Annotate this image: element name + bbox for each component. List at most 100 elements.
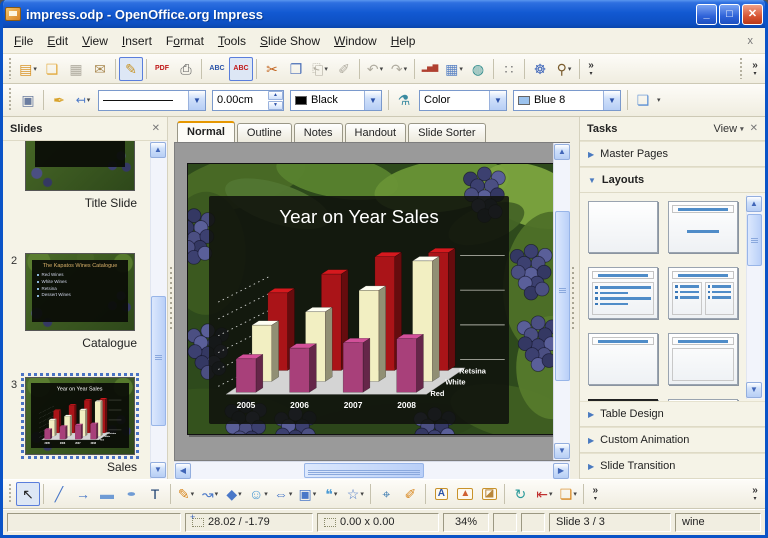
zoom-level-cell[interactable]: 34%: [443, 513, 489, 532]
stars-button[interactable]: ☆▾: [343, 482, 367, 506]
tab-handout[interactable]: Handout: [345, 123, 407, 142]
chevron-down-icon[interactable]: ▾: [657, 96, 661, 104]
symbol-shapes-button[interactable]: ☺▾: [246, 482, 271, 506]
fill-type-select[interactable]: Color ▼: [419, 90, 507, 111]
layout-option-blank[interactable]: [588, 201, 658, 253]
scroll-up-icon[interactable]: ▲: [150, 142, 166, 158]
cut-button[interactable]: ✂: [260, 57, 284, 81]
zoom-button[interactable]: ⚲▾: [552, 57, 576, 81]
document-as-email-button[interactable]: ✉: [88, 57, 112, 81]
layout-option-title-content[interactable]: [588, 399, 658, 401]
view-menu-button[interactable]: View: [713, 123, 737, 135]
dropdown-arrow-icon[interactable]: ▾: [459, 65, 463, 73]
tab-normal[interactable]: Normal: [177, 121, 235, 142]
line-width-input[interactable]: 0.00cm ▲▼: [212, 90, 284, 111]
dropdown-arrow-icon[interactable]: ▾: [289, 490, 293, 498]
menu-edit[interactable]: Edit: [40, 31, 75, 51]
line-dialog-button[interactable]: ✒: [47, 88, 71, 112]
dropdown-arrow-icon[interactable]: ▼: [489, 91, 506, 110]
toolbar-grip[interactable]: [8, 484, 13, 504]
scroll-left-icon[interactable]: ◀: [175, 463, 191, 479]
section-slide-transition[interactable]: ▶ Slide Transition: [580, 453, 765, 479]
slides-scrollbar-thumb[interactable]: [151, 296, 166, 426]
rotate-button[interactable]: ↻: [508, 482, 532, 506]
section-master-pages[interactable]: ▶ Master Pages: [580, 141, 765, 167]
arrow-style-button[interactable]: ↤▾: [71, 88, 95, 112]
section-table-design[interactable]: ▶ Table Design: [580, 401, 765, 427]
layout-option-title-only[interactable]: [588, 333, 658, 385]
new-presentation-button[interactable]: ▤▾: [16, 57, 40, 81]
export-pdf-button[interactable]: PDF: [150, 57, 174, 81]
minimize-button[interactable]: _: [696, 4, 717, 25]
scroll-down-icon[interactable]: ▼: [746, 382, 762, 398]
styles-and-formatting-button[interactable]: ▣: [16, 88, 40, 112]
dropdown-arrow-icon[interactable]: ▾: [191, 490, 195, 498]
open-button[interactable]: ❏: [40, 57, 64, 81]
dropdown-arrow-icon[interactable]: ▼: [188, 91, 205, 110]
chart-object[interactable]: Year on Year Sales2005200620072008RedWhi…: [209, 196, 509, 424]
toolbar-grip[interactable]: [8, 88, 13, 112]
scroll-down-icon[interactable]: ▼: [554, 443, 570, 459]
slide-thumbnail-1[interactable]: Fine wines from Greek Island Vineyards T…: [25, 141, 139, 210]
toolbar-more-button[interactable]: »▾: [747, 57, 763, 81]
menu-view[interactable]: View: [75, 31, 115, 51]
vertical-scrollbar-thumb[interactable]: [555, 211, 570, 381]
scroll-right-icon[interactable]: ▶: [553, 463, 569, 479]
alignment-button[interactable]: ⇤▾: [532, 482, 556, 506]
layout-option-title-two-content[interactable]: [668, 267, 738, 319]
ellipse-tool-button[interactable]: ●: [119, 482, 143, 506]
line-tool-button[interactable]: ╱: [47, 482, 71, 506]
layout-option-title-text[interactable]: [668, 201, 738, 253]
close-button[interactable]: ✕: [742, 4, 763, 25]
dropdown-arrow-icon[interactable]: ▾: [549, 490, 553, 498]
vertical-scrollbar[interactable]: ▲ ▼: [553, 143, 570, 460]
gallery-button[interactable]: ◪: [477, 482, 501, 506]
edit-file-button[interactable]: ✎: [119, 57, 143, 81]
section-custom-animation[interactable]: ▶ Custom Animation: [580, 427, 765, 453]
layout-option-title-content[interactable]: [668, 399, 738, 401]
menu-insert[interactable]: Insert: [115, 31, 159, 51]
cursor-position-cell[interactable]: 28.02 / -1.79: [185, 513, 313, 532]
spin-down-icon[interactable]: ▼: [268, 101, 283, 110]
insert-table-button[interactable]: ▦▾: [442, 57, 466, 81]
toolbar-more-button[interactable]: »▾: [583, 57, 599, 81]
menu-format[interactable]: Format: [159, 31, 211, 51]
block-arrows-button[interactable]: ⇔▾: [271, 482, 296, 506]
scroll-down-icon[interactable]: ▼: [150, 462, 166, 478]
print-button[interactable]: ⎙: [174, 57, 198, 81]
display-grid-button[interactable]: ∷: [497, 57, 521, 81]
dropdown-arrow-icon[interactable]: ▼: [603, 91, 620, 110]
navigator-button[interactable]: ☸: [528, 57, 552, 81]
tab-outline[interactable]: Outline: [237, 123, 292, 142]
horizontal-scrollbar-thumb[interactable]: [304, 463, 424, 478]
glue-points-button[interactable]: ✐: [398, 482, 422, 506]
arrow-tool-button[interactable]: →: [71, 482, 95, 506]
menu-file[interactable]: File: [7, 31, 40, 51]
line-style-select[interactable]: ▼: [98, 90, 206, 111]
flowchart-button[interactable]: ▣▾: [295, 482, 319, 506]
curve-tool-button[interactable]: ✎▾: [174, 482, 198, 506]
tab-notes[interactable]: Notes: [294, 123, 343, 142]
menu-tools[interactable]: Tools: [211, 31, 253, 51]
hyperlink-button[interactable]: ◍: [466, 57, 490, 81]
insert-chart-button[interactable]: ▂▅▇: [418, 57, 442, 81]
panel-splitter[interactable]: [570, 117, 579, 479]
dropdown-arrow-icon[interactable]: ▾: [33, 65, 37, 73]
layouts-scrollbar-thumb[interactable]: [747, 214, 762, 266]
horizontal-scrollbar[interactable]: ◀ ▶: [174, 461, 570, 479]
menu-help[interactable]: Help: [384, 31, 423, 51]
area-dialog-button[interactable]: ⚗: [392, 88, 416, 112]
maximize-button[interactable]: □: [719, 4, 740, 25]
menu-slide-show[interactable]: Slide Show: [253, 31, 327, 51]
dropdown-arrow-icon[interactable]: ▼: [364, 91, 381, 110]
close-icon[interactable]: ✕: [750, 123, 758, 134]
basic-shapes-button[interactable]: ◆▾: [222, 482, 246, 506]
dropdown-arrow-icon[interactable]: ▾: [404, 65, 408, 73]
spellcheck-button[interactable]: ABC: [205, 57, 229, 81]
dropdown-arrow-icon[interactable]: ▾: [313, 490, 317, 498]
line-color-select[interactable]: Black ▼: [290, 90, 382, 111]
menu-window[interactable]: Window: [327, 31, 384, 51]
connector-tool-button[interactable]: ↝▾: [198, 482, 222, 506]
dropdown-arrow-icon[interactable]: ▾: [568, 65, 572, 73]
toolbar-grip[interactable]: [8, 58, 13, 79]
